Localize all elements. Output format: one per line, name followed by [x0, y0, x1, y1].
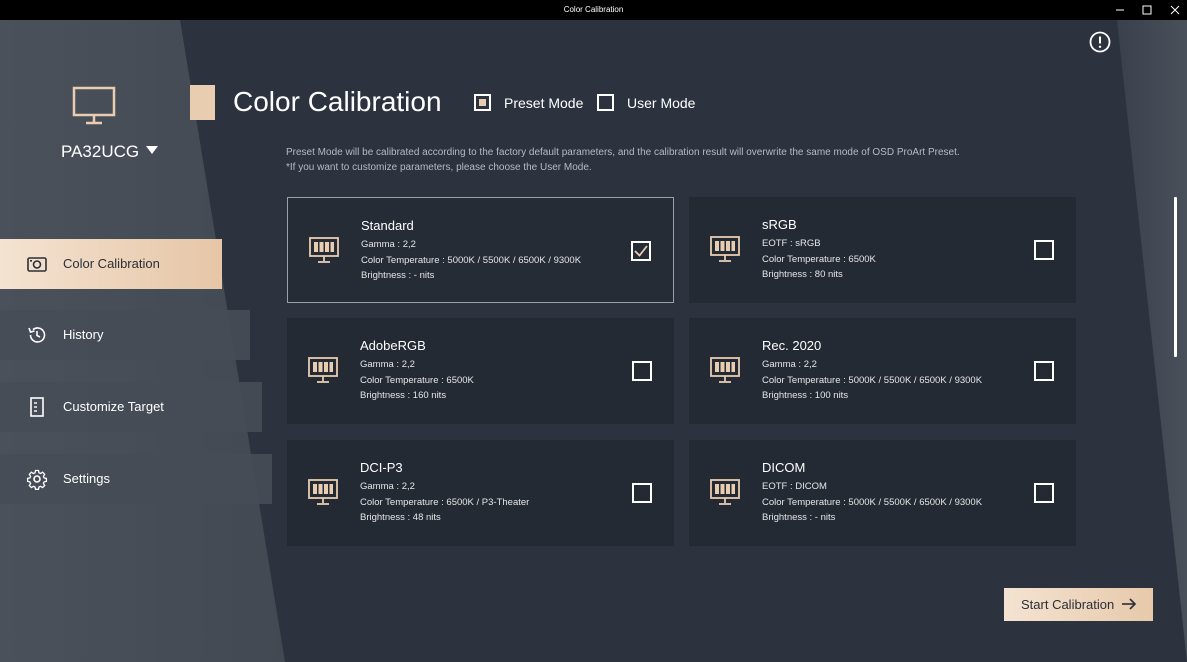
- monitor-icon: [309, 237, 339, 263]
- preset-card-rec2020[interactable]: Rec. 2020 Gamma : 2,2 Color Temperature …: [689, 318, 1076, 424]
- preset-card-standard[interactable]: Standard Gamma : 2,2 Color Temperature :…: [287, 197, 674, 303]
- monitor-icon: [72, 86, 116, 125]
- preset-detail: Gamma : 2,2: [360, 481, 415, 492]
- preset-checkbox[interactable]: [632, 361, 652, 381]
- user-mode-label: User Mode: [627, 94, 696, 111]
- preset-detail: Color Temperature : 6500K / P3-Theater: [360, 497, 530, 508]
- preset-detail: Color Temperature : 5000K / 5500K / 6500…: [762, 375, 983, 386]
- start-calibration-label: Start Calibration: [1021, 597, 1115, 612]
- preset-detail: Brightness : 80 nits: [762, 269, 843, 280]
- gear-icon: [26, 469, 48, 490]
- history-icon: [28, 327, 46, 343]
- user-mode-checkbox[interactable]: User Mode: [597, 94, 695, 111]
- preset-checkbox[interactable]: [1034, 361, 1054, 381]
- window-title: Color Calibration: [563, 5, 624, 14]
- checkbox-unchecked: [597, 94, 614, 111]
- preset-name: Rec. 2020: [762, 338, 822, 353]
- sidebar-item-label: History: [63, 327, 104, 342]
- start-calibration-button[interactable]: Start Calibration: [1004, 588, 1153, 621]
- scrollbar-thumb[interactable]: [1174, 197, 1177, 357]
- preset-mode-label: Preset Mode: [504, 94, 584, 111]
- preset-detail: Color Temperature : 6500K: [762, 254, 876, 265]
- maximize-icon: [1142, 5, 1152, 15]
- close-icon: [1170, 5, 1180, 15]
- sidebar-item-history[interactable]: History: [0, 310, 250, 360]
- preset-card-srgb[interactable]: sRGB EOTF : sRGB Color Temperature : 650…: [689, 197, 1076, 303]
- preset-mode-checkbox[interactable]: Preset Mode: [474, 94, 583, 111]
- preset-detail: Color Temperature : 5000K / 5500K / 6500…: [361, 255, 582, 266]
- preset-detail: Brightness : 100 nits: [762, 390, 849, 401]
- monitor-model[interactable]: PA32UCG: [61, 142, 139, 162]
- mode-description: Preset Mode will be calibrated according…: [286, 145, 960, 175]
- preset-name: sRGB: [762, 217, 797, 232]
- chevron-down-icon[interactable]: [146, 146, 158, 154]
- document-icon: [30, 397, 44, 417]
- preset-detail: Brightness : - nits: [361, 270, 435, 281]
- preset-name: Standard: [361, 218, 414, 233]
- monitor-icon: [308, 479, 338, 505]
- preset-checkbox[interactable]: [1034, 483, 1054, 503]
- sidebar-item-label: Color Calibration: [63, 256, 160, 271]
- title-bar: Color Calibration: [0, 0, 1187, 20]
- preset-detail: Gamma : 2,2: [360, 359, 415, 370]
- preset-detail: Gamma : 2,2: [762, 359, 817, 370]
- page-title: Color Calibration: [233, 86, 442, 117]
- sidebar-item-color-calibration[interactable]: Color Calibration: [0, 239, 222, 289]
- alert-icon[interactable]: [1089, 31, 1111, 53]
- sidebar-item-label: Customize Target: [63, 399, 164, 414]
- sidebar-item-label: Settings: [63, 471, 110, 486]
- minimize-icon: [1116, 9, 1124, 11]
- checkmark-icon: [634, 245, 648, 257]
- minimize-button[interactable]: [1112, 2, 1128, 18]
- monitor-icon: [710, 236, 740, 262]
- sidebar-item-settings[interactable]: Settings: [0, 454, 272, 504]
- sidebar-item-customize-target[interactable]: Customize Target: [0, 382, 262, 432]
- preset-checkbox[interactable]: [632, 483, 652, 503]
- preset-detail: Brightness : - nits: [762, 512, 836, 523]
- preset-detail: Brightness : 48 nits: [360, 512, 441, 523]
- preset-checkbox[interactable]: [631, 241, 651, 261]
- monitor-icon: [308, 357, 338, 383]
- monitor-icon: [710, 357, 740, 383]
- preset-checkbox[interactable]: [1034, 240, 1054, 260]
- preset-name: AdobeRGB: [360, 338, 426, 353]
- description-line: *If you want to customize parameters, pl…: [286, 162, 592, 173]
- preset-name: DCI-P3: [360, 460, 403, 475]
- maximize-button[interactable]: [1139, 2, 1155, 18]
- preset-detail: Color Temperature : 6500K: [360, 375, 474, 386]
- monitor-icon: [710, 479, 740, 505]
- preset-detail: Brightness : 160 nits: [360, 390, 447, 401]
- close-button[interactable]: [1167, 2, 1183, 18]
- preset-card-dicom[interactable]: DICOM EOTF : DICOM Color Temperature : 5…: [689, 440, 1076, 546]
- description-line: Preset Mode will be calibrated according…: [286, 147, 960, 158]
- preset-name: DICOM: [762, 460, 806, 475]
- preset-detail: Color Temperature : 5000K / 5500K / 6500…: [762, 497, 983, 508]
- camera-icon: [27, 257, 47, 272]
- checkbox-checked: [474, 94, 491, 111]
- arrow-right-icon: [1122, 598, 1137, 610]
- preset-detail: EOTF : sRGB: [762, 238, 821, 249]
- preset-card-adobergb[interactable]: AdobeRGB Gamma : 2,2 Color Temperature :…: [287, 318, 674, 424]
- preset-detail: Gamma : 2,2: [361, 239, 416, 250]
- title-accent: [190, 85, 215, 120]
- preset-card-dci-p3[interactable]: DCI-P3 Gamma : 2,2 Color Temperature : 6…: [287, 440, 674, 546]
- preset-detail: EOTF : DICOM: [762, 481, 827, 492]
